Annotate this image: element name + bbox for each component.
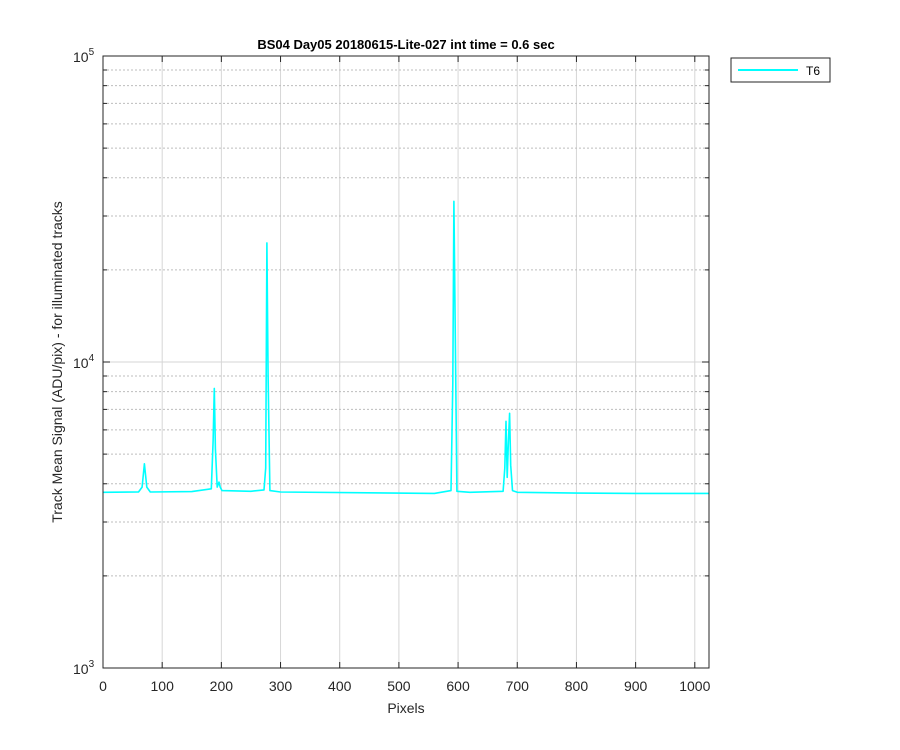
y-axis-label: Track Mean Signal (ADU/pix) - for illumi… (49, 201, 65, 523)
x-tick-label: 1000 (679, 678, 710, 694)
x-tick-label: 500 (387, 678, 411, 694)
y-tick-label: 105 (73, 47, 95, 65)
y-tick-label: 103 (73, 659, 95, 677)
x-tick-label: 700 (506, 678, 530, 694)
series-layer (102, 200, 709, 495)
x-tick-label: 900 (624, 678, 648, 694)
x-tick-label: 800 (565, 678, 589, 694)
x-tick-label: 200 (210, 678, 234, 694)
x-tick-label: 600 (446, 678, 470, 694)
grid (102, 55, 709, 669)
x-axis-label: Pixels (387, 700, 424, 716)
series-line-t6 (102, 200, 709, 495)
legend: T6 (730, 57, 831, 83)
x-tick-label: 0 (99, 678, 107, 694)
y-tick-label: 104 (73, 353, 95, 371)
line-chart: 0 100 200 300 400 500 600 700 800 900 1000 1031041… (49, 37, 831, 716)
x-tick-labels: 0 100 200 300 400 500 600 700 800 900 1000 (99, 678, 710, 694)
legend-label-t6: T6 (806, 64, 820, 78)
figure: 0 100 200 300 400 500 600 700 800 900 1000 103 104 1… (0, 0, 900, 750)
x-tick-label: 100 (151, 678, 175, 694)
chart-title: BS04 Day05 20180615-Lite-027 int time = … (257, 37, 554, 52)
y-tick-labels: 103 104 105 (73, 47, 95, 677)
x-tick-label: 400 (328, 678, 352, 694)
x-tick-label: 300 (269, 678, 293, 694)
